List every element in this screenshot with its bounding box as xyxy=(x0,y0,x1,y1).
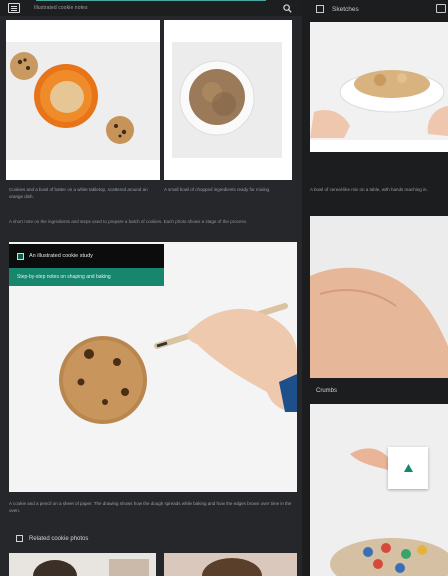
sidebar-section: Crumbs xyxy=(316,388,337,394)
thumb-card[interactable] xyxy=(164,553,297,576)
sidebar-title: Sketches xyxy=(332,5,359,13)
sidebar-photo-card[interactable] xyxy=(310,216,448,378)
sidebar-icon xyxy=(316,5,324,13)
feature-caption: A cookie and a pencil on a sheet of pape… xyxy=(9,501,292,513)
thumb-photo xyxy=(164,553,297,576)
search-icon[interactable] xyxy=(280,1,294,15)
main-column: Illustrated cookie notes Cookies and a b… xyxy=(0,0,302,576)
page-title: Illustrated cookie notes xyxy=(34,5,88,11)
sidebar: Sketches A bowl of cereal-like mix on a … xyxy=(302,0,448,576)
cookies-photo xyxy=(6,20,160,180)
candy-bowl-photo xyxy=(310,404,448,576)
section-heading: Related cookie photos xyxy=(16,535,88,542)
intro-text: A short note on the ingredients and step… xyxy=(9,219,248,224)
sidebar-header: Sketches xyxy=(302,0,448,18)
top-bar: Illustrated cookie notes xyxy=(0,0,302,16)
thumb-photo xyxy=(9,553,156,576)
section-title: Related cookie photos xyxy=(29,535,89,542)
arrow-up-icon xyxy=(403,464,413,472)
document-icon[interactable] xyxy=(8,3,20,13)
sidebar-caption: A bowl of cereal-like mix on a table, wi… xyxy=(310,187,428,192)
expand-icon[interactable] xyxy=(436,4,446,13)
feature-banner[interactable]: An illustrated cookie study Step-by-step… xyxy=(9,244,164,286)
card-caption: Cookies and a bowl of batter on a white … xyxy=(9,187,148,199)
cereal-bowl-photo xyxy=(310,22,448,152)
banner-icon xyxy=(17,252,24,260)
sidebar-section-label: Crumbs xyxy=(316,388,338,394)
hand-photo xyxy=(310,216,448,378)
bowl-photo xyxy=(164,20,292,180)
banner-title: An illustrated cookie study xyxy=(29,253,93,259)
photo-card-bowl[interactable] xyxy=(164,20,292,180)
sidebar-photo-card[interactable] xyxy=(310,22,448,152)
app-root: Illustrated cookie notes Cookies and a b… xyxy=(0,0,448,576)
banner-subtitle: Step-by-step notes on shaping and baking xyxy=(9,268,164,286)
photo-card-cookies[interactable] xyxy=(6,20,160,180)
thumb-card[interactable] xyxy=(9,553,156,576)
section-icon xyxy=(16,535,23,542)
scroll-to-top-button[interactable] xyxy=(388,447,428,489)
sidebar-photo-card[interactable] xyxy=(310,404,448,576)
card-caption: A small bowl of chopped ingredients read… xyxy=(164,187,271,192)
accent-line xyxy=(36,0,266,1)
